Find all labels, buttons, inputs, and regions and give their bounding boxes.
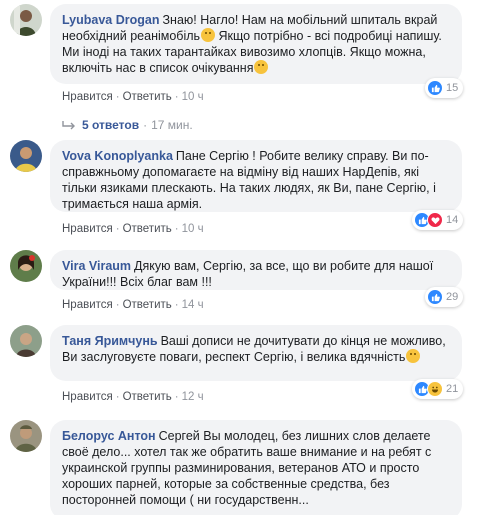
comment-author[interactable]: Vira Viraum (62, 259, 131, 273)
comment-bubble: Lyubava Drogan Знаю! Нагло! Нам на мобіль… (50, 4, 462, 84)
avatar[interactable] (10, 325, 42, 357)
love-reaction-icon (427, 212, 443, 228)
reaction-count: 29 (446, 291, 459, 303)
comment-actions: Нравится · Ответить · 12 ч (62, 391, 204, 403)
comment-bubble: Vira Viraum Дякую вам, Сергію, за все, що… (50, 250, 462, 290)
comment-actions: Нравится · Ответить · 10 ч (62, 223, 204, 235)
comment-timestamp[interactable]: 14 ч (182, 299, 204, 311)
reactions-summary[interactable]: 29 (425, 287, 464, 307)
comment-author[interactable]: Таня Яримчунь (62, 334, 158, 348)
comment-author[interactable]: Vova Konoplyanka (62, 149, 173, 163)
like-reaction-icon (427, 80, 443, 96)
reactions-summary[interactable]: 15 (425, 78, 464, 98)
comment-actions: Нравится · Ответить · 14 ч (62, 299, 204, 311)
replies-count-label[interactable]: 5 ответов (82, 118, 139, 132)
reactions-summary[interactable]: 21 (412, 379, 464, 399)
replies-time: 17 мин. (151, 118, 193, 132)
like-link[interactable]: Нравится (62, 391, 113, 403)
avatar[interactable] (10, 4, 42, 36)
comment-timestamp[interactable]: 12 ч (182, 391, 204, 403)
reply-link[interactable]: Ответить (123, 391, 172, 403)
sad-emoji-icon (254, 60, 269, 74)
kiss-emoji-icon (406, 349, 421, 363)
comment-author[interactable]: Белорус Антон (62, 429, 156, 443)
like-link[interactable]: Нравится (62, 299, 113, 311)
comment-actions: Нравится · Ответить · 10 ч (62, 91, 204, 103)
reactions-summary[interactable]: 14 (412, 210, 464, 230)
reply-arrow-icon (62, 120, 75, 130)
avatar[interactable] (10, 250, 42, 282)
like-link[interactable]: Нравится (62, 91, 113, 103)
comment-timestamp[interactable]: 10 ч (182, 91, 204, 103)
comment-bubble: Таня Яримчунь Ваші дописи не дочитувати д… (50, 325, 462, 381)
reaction-count: 21 (446, 383, 459, 395)
comment-author[interactable]: Lyubava Drogan (62, 13, 159, 27)
comment-bubble: Vova Konoplyanka Пане Сергію ! Робите вел… (50, 140, 462, 212)
reply-link[interactable]: Ответить (123, 223, 172, 235)
crying-emoji-icon (201, 28, 216, 42)
reply-link[interactable]: Ответить (123, 91, 172, 103)
reaction-count: 14 (446, 214, 459, 226)
comment-timestamp[interactable]: 10 ч (182, 223, 204, 235)
like-link[interactable]: Нравится (62, 223, 113, 235)
haha-reaction-icon (427, 381, 443, 397)
reply-link[interactable]: Ответить (123, 299, 172, 311)
reaction-count: 15 (446, 82, 459, 94)
like-reaction-icon (427, 289, 443, 305)
comment-bubble: Белорус Антон Сергей Вы молодец, без лишн… (50, 420, 462, 515)
avatar[interactable] (10, 420, 42, 452)
view-replies-link[interactable]: 5 ответов · 17 мин. (62, 118, 193, 132)
avatar[interactable] (10, 140, 42, 172)
